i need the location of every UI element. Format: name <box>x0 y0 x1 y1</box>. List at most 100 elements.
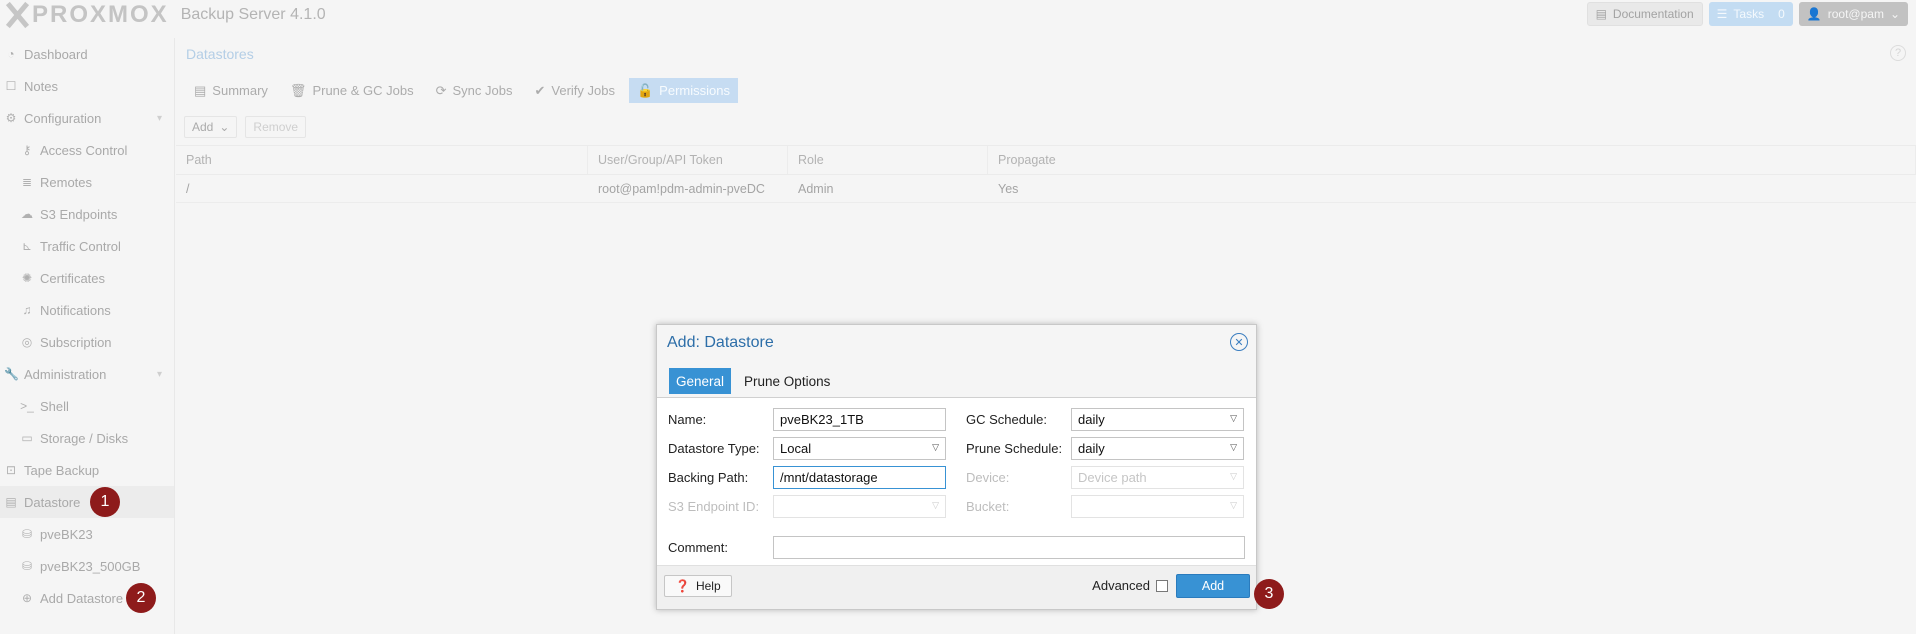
sidebar-item-shell[interactable]: >_ Shell <box>0 390 174 422</box>
server-icon: ≣ <box>21 175 33 189</box>
bucket-select[interactable]: ▽ <box>1071 494 1244 518</box>
cell-user: root@pam!pdm-admin-pveDC <box>598 181 765 196</box>
refresh-icon: ⟳ <box>435 82 447 98</box>
chevron-down-icon: ▽ <box>1230 412 1237 423</box>
sidebar-item-administration[interactable]: 🔧 Administration ▾ <box>0 358 174 390</box>
column-header-propagate[interactable]: Propagate <box>988 146 1916 174</box>
sidebar-item-tape-backup[interactable]: ⊡ Tape Backup <box>0 454 174 486</box>
backing-path-label: Backing Path: <box>668 469 749 485</box>
grid-header: Path User/Group/API Token Role Propagate <box>176 145 1916 175</box>
sidebar-item-traffic-control[interactable]: ⊾ Traffic Control <box>0 230 174 262</box>
datastore-type-row: Datastore Type: Local ▽ <box>668 436 946 460</box>
permissions-grid: Path User/Group/API Token Role Propagate… <box>176 145 1916 203</box>
s3-endpoint-select[interactable]: ▽ <box>773 494 946 518</box>
bucket-row: Bucket: ▽ <box>966 494 1244 518</box>
note-icon: ☐ <box>5 79 17 93</box>
backing-path-row: Backing Path: /mnt/datastorage <box>668 465 946 489</box>
comment-field[interactable] <box>773 535 1245 559</box>
database-icon: ⛁ <box>21 527 33 541</box>
chevron-down-icon: ▽ <box>932 441 939 452</box>
add-permission-button[interactable]: Add ⌄ <box>184 116 238 138</box>
documentation-button[interactable]: ▤ Documentation <box>1586 2 1703 26</box>
list-icon: ☰ <box>1716 7 1728 21</box>
tape-icon: ⊡ <box>5 463 17 477</box>
dialog-form: Name: pveBK23_1TB Datastore Type: Local ▽… <box>657 397 1256 565</box>
wrench-icon: 🔧 <box>4 367 19 381</box>
sidebar-item-dashboard[interactable]: ◔ Dashboard <box>0 38 174 70</box>
top-bar: PROXMOX Backup Server 4.1.0 ▤ Documentat… <box>0 0 1916 30</box>
tab-summary[interactable]: ▤ Summary <box>186 78 276 103</box>
device-select[interactable]: Device path ▽ <box>1071 465 1244 489</box>
user-menu-button[interactable]: 👤 root@pam ⌄ <box>1798 2 1908 26</box>
chevron-down-icon: ⌄ <box>219 120 230 134</box>
sidebar-item-subscription[interactable]: ◎ Subscription <box>0 326 174 358</box>
tab-verify-jobs[interactable]: ✔ Verify Jobs <box>526 78 623 103</box>
key-icon: ⚷ <box>22 143 32 157</box>
chevron-down-icon[interactable]: ▾ <box>157 113 162 124</box>
chevron-down-icon[interactable]: ▾ <box>157 369 162 380</box>
sidebar-item-certificates[interactable]: ✺ Certificates <box>0 262 174 294</box>
remove-permission-button[interactable]: Remove <box>245 116 307 138</box>
tab-sync-jobs[interactable]: ⟳ Sync Jobs <box>428 78 521 103</box>
column-header-path[interactable]: Path <box>176 146 588 174</box>
chevron-down-icon: ▽ <box>1230 499 1237 510</box>
add-button[interactable]: Add <box>1176 574 1250 598</box>
s3-endpoint-row: S3 Endpoint ID: ▽ <box>668 494 946 518</box>
help-icon[interactable]: ? <box>1890 45 1906 61</box>
tab-permissions[interactable]: 🔓 Permissions <box>628 78 738 103</box>
sidebar-item-s3-endpoints[interactable]: ☁ S3 Endpoints <box>0 198 174 230</box>
advanced-checkbox[interactable] <box>1156 579 1168 592</box>
dialog-tabs: General Prune Options <box>669 368 837 394</box>
archive-icon: ▤ <box>5 495 17 509</box>
gc-schedule-row: GC Schedule: daily ▽ <box>966 407 1244 431</box>
prune-schedule-row: Prune Schedule: daily ▽ <box>966 436 1244 460</box>
plus-circle-icon: ⊕ <box>21 591 33 605</box>
proxmox-logo: PROXMOX <box>0 0 169 30</box>
sidebar-item-pvebk23-500gb[interactable]: ⛁ pveBK23_500GB <box>0 550 174 582</box>
cell-propagate: Yes <box>998 181 1019 196</box>
sidebar-item-access-control[interactable]: ⚷ Access Control <box>0 134 174 166</box>
bucket-label: Bucket: <box>966 498 1010 514</box>
prune-schedule-select[interactable]: daily ▽ <box>1071 436 1244 460</box>
sidebar-item-datastore[interactable]: ▤ Datastore 1 <box>0 486 174 518</box>
column-header-user[interactable]: User/Group/API Token <box>588 146 788 174</box>
proxmox-x-icon <box>4 2 30 28</box>
close-icon[interactable]: ✕ <box>1230 333 1248 351</box>
sidebar-item-storage-disks[interactable]: ▭ Storage / Disks <box>0 422 174 454</box>
tab-general[interactable]: General <box>669 368 732 394</box>
sidebar-item-add-datastore[interactable]: ⊕ Add Datastore 2 <box>0 582 174 614</box>
bell-icon: ♫ <box>22 303 32 317</box>
datastore-tabs: ▤ Summary 🗑 Prune & GC Jobs ⟳ Sync Jobs ✔ Ve… <box>186 78 738 103</box>
tab-prune-gc-jobs[interactable]: 🗑 Prune & GC Jobs <box>282 78 422 103</box>
cloud-icon: ☁ <box>21 207 33 221</box>
certificate-icon: ✺ <box>21 271 33 285</box>
question-circle-icon: ❓ <box>675 579 690 593</box>
name-row: Name: pveBK23_1TB <box>668 407 946 431</box>
sidebar-item-notes[interactable]: ☐ Notes <box>0 70 174 102</box>
sidebar-item-notifications[interactable]: ♫ Notifications <box>0 294 174 326</box>
dialog-title: Add: Datastore <box>667 334 774 351</box>
gc-schedule-select[interactable]: daily ▽ <box>1071 407 1244 431</box>
chevron-down-icon: ▽ <box>932 499 939 510</box>
tab-prune-options[interactable]: Prune Options <box>737 368 837 394</box>
datastore-type-select[interactable]: Local ▽ <box>773 436 946 460</box>
tasks-button[interactable]: ☰ Tasks 0 <box>1708 2 1793 26</box>
book-icon: ▤ <box>194 82 207 98</box>
advanced-toggle[interactable]: Advanced <box>1092 578 1168 593</box>
sidebar-item-remotes[interactable]: ≣ Remotes <box>0 166 174 198</box>
help-button[interactable]: ❓ Help <box>664 575 732 597</box>
name-field[interactable]: pveBK23_1TB <box>773 407 946 431</box>
backing-path-field[interactable]: /mnt/datastorage <box>773 465 946 489</box>
sidebar-item-configuration[interactable]: ⚙ Configuration ▾ <box>0 102 174 134</box>
column-header-role[interactable]: Role <box>788 146 988 174</box>
tasks-count: 0 <box>1778 7 1785 21</box>
prune-schedule-label: Prune Schedule: <box>966 440 1063 456</box>
chart-icon: ⊾ <box>21 239 33 253</box>
datastore-type-label: Datastore Type: <box>668 440 760 456</box>
table-row[interactable]: / root@pam!pdm-admin-pveDC Admin Yes <box>176 175 1916 203</box>
dashboard-icon: ◔ <box>7 47 15 61</box>
user-icon: 👤 <box>1806 7 1822 21</box>
unlock-icon: 🔓 <box>636 82 654 98</box>
hdd-icon: ▭ <box>21 431 33 445</box>
sidebar-item-pvebk23[interactable]: ⛁ pveBK23 <box>0 518 174 550</box>
